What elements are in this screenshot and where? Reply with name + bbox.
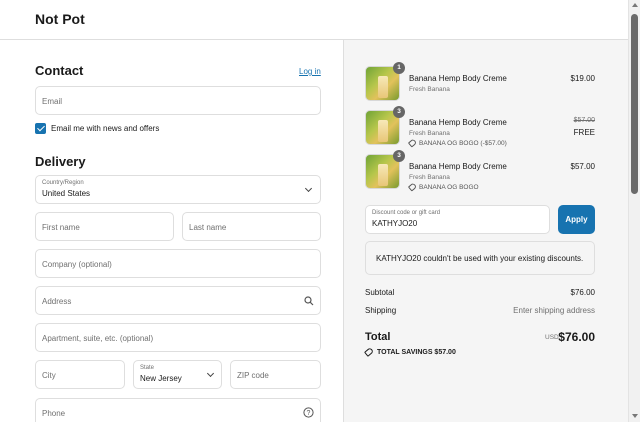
item-variant: Fresh Banana <box>409 130 450 137</box>
shipping-label: Shipping <box>365 306 397 315</box>
quantity-badge: 1 <box>393 62 405 74</box>
country-value: United States <box>42 189 91 198</box>
company-placeholder: Company (optional) <box>42 260 112 269</box>
country-label: Country/Region <box>42 180 84 186</box>
item-discount: BANANA OG BOGO (-$57.00) <box>407 138 507 148</box>
item-price: $57.00 <box>570 162 595 171</box>
scroll-down-arrow-icon[interactable] <box>632 414 638 418</box>
search-icon[interactable] <box>304 296 314 306</box>
tag-icon <box>407 138 418 148</box>
discount-error-text: KATHYJO20 couldn't be used with your exi… <box>376 254 584 263</box>
currency-code: USD <box>545 334 559 341</box>
apartment-placeholder: Apartment, suite, etc. (optional) <box>42 334 154 343</box>
contact-heading: Contact <box>35 63 84 78</box>
state-label: State <box>140 365 155 371</box>
cart-item: 1 Banana Hemp Body Creme Fresh Banana $1… <box>365 62 595 102</box>
item-price: FREE <box>573 128 595 137</box>
chevron-down-icon <box>304 184 313 193</box>
item-name: Banana Hemp Body Creme <box>409 118 507 127</box>
delivery-heading: Delivery <box>35 154 86 169</box>
discount-code-label: Discount code or gift card <box>372 210 441 216</box>
address-placeholder: Address <box>42 297 72 306</box>
email-field[interactable]: Email <box>35 86 321 115</box>
item-name: Banana Hemp Body Creme <box>409 162 507 171</box>
total-savings-text: TOTAL SAVINGS $57.00 <box>377 349 456 356</box>
subtotal-label: Subtotal <box>365 288 395 297</box>
country-select[interactable]: Country/Region United States <box>35 175 321 204</box>
phone-field[interactable]: Phone ? <box>35 398 321 422</box>
state-select[interactable]: State New Jersey <box>133 360 222 389</box>
tag-icon <box>407 182 418 192</box>
last-name-field[interactable]: Last name <box>182 212 321 241</box>
quantity-badge: 3 <box>393 150 405 162</box>
first-name-field[interactable]: First name <box>35 212 174 241</box>
apartment-field[interactable]: Apartment, suite, etc. (optional) <box>35 323 321 352</box>
item-discount: BANANA OG BOGO <box>407 182 479 192</box>
company-field[interactable]: Company (optional) <box>35 249 321 278</box>
zip-placeholder: ZIP code <box>237 371 269 380</box>
item-variant: Fresh Banana <box>409 174 450 181</box>
chevron-down-icon <box>206 369 215 378</box>
discount-error-notice: KATHYJO20 couldn't be used with your exi… <box>365 241 595 275</box>
shipping-value: Enter shipping address <box>513 306 595 315</box>
email-placeholder: Email <box>42 97 63 106</box>
newsletter-label: Email me with news and offers <box>51 124 160 133</box>
scroll-thumb[interactable] <box>631 14 638 194</box>
item-original-price: $57.00 <box>573 117 595 124</box>
first-name-placeholder: First name <box>42 223 80 232</box>
zip-field[interactable]: ZIP code <box>230 360 321 389</box>
item-name: Banana Hemp Body Creme <box>409 74 507 83</box>
last-name-placeholder: Last name <box>189 223 227 232</box>
login-link[interactable]: Log in <box>299 67 321 76</box>
page-scrollbar[interactable] <box>628 0 640 422</box>
item-discount-text: BANANA OG BOGO <box>419 184 479 191</box>
phone-placeholder: Phone <box>42 409 66 418</box>
item-variant: Fresh Banana <box>409 86 450 93</box>
scroll-up-arrow-icon[interactable] <box>632 3 638 7</box>
newsletter-checkbox[interactable] <box>35 123 46 134</box>
cart-item: 3 Banana Hemp Body Creme Fresh Banana BA… <box>365 106 595 148</box>
site-header: Not Pot <box>0 0 628 40</box>
brand-logo-text[interactable]: Not Pot <box>35 11 85 27</box>
total-savings: TOTAL SAVINGS $57.00 <box>364 347 456 357</box>
city-field[interactable]: City <box>35 360 125 389</box>
item-price: $19.00 <box>570 74 595 83</box>
address-field[interactable]: Address <box>35 286 321 315</box>
subtotal-value: $76.00 <box>570 288 595 297</box>
discount-code-value: KATHYJO20 <box>372 219 418 228</box>
item-discount-text: BANANA OG BOGO (-$57.00) <box>419 140 507 147</box>
city-placeholder: City <box>42 371 56 380</box>
discount-code-field[interactable]: Discount code or gift card KATHYJO20 <box>365 205 550 234</box>
quantity-badge: 3 <box>393 106 405 118</box>
tag-icon <box>364 347 374 357</box>
cart-item: 3 Banana Hemp Body Creme Fresh Banana BA… <box>365 150 595 192</box>
state-value: New Jersey <box>140 374 182 383</box>
apply-button[interactable]: Apply <box>558 205 595 234</box>
help-circle-icon[interactable]: ? <box>303 407 314 418</box>
total-value: $76.00 <box>558 330 595 344</box>
svg-text:?: ? <box>307 410 311 417</box>
total-label: Total <box>365 331 391 343</box>
